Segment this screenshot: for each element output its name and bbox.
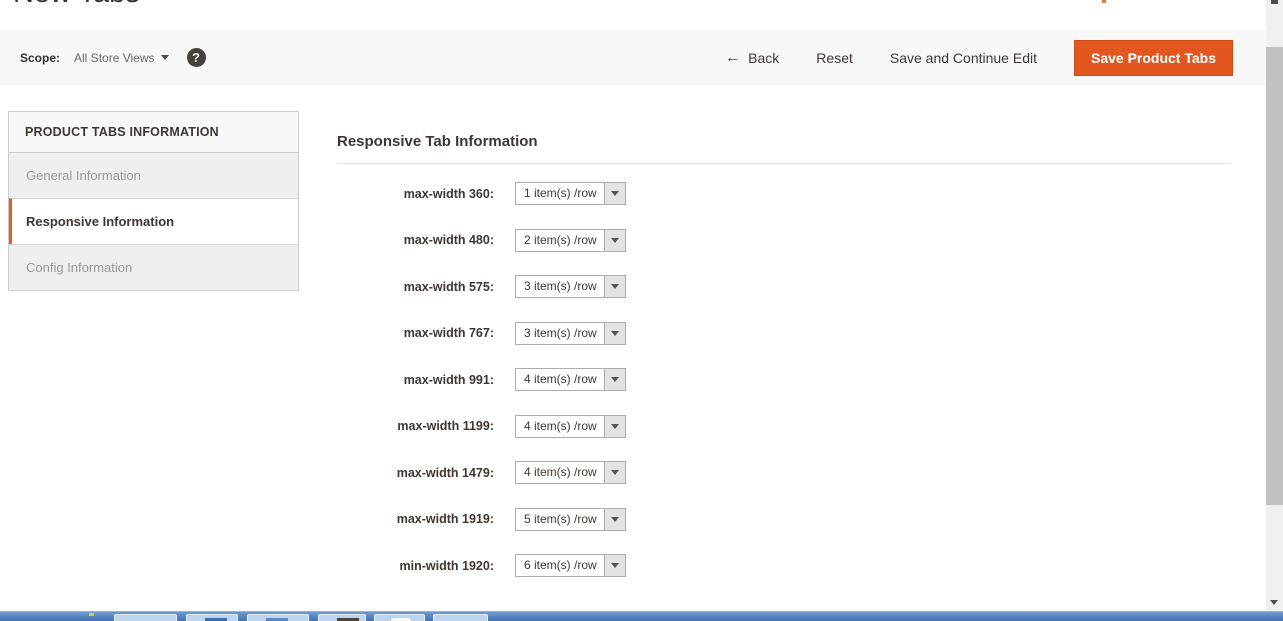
taskbar-window-button[interactable]: [114, 614, 177, 621]
scroll-down-icon[interactable]: [1270, 600, 1278, 605]
product-tabs-nav: PRODUCT TABS INFORMATION General Informa…: [8, 111, 299, 291]
chevron-down-icon[interactable]: [604, 230, 625, 251]
sidebar-item-label: General Information: [26, 168, 141, 183]
save-product-tabs-button[interactable]: Save Product Tabs: [1074, 40, 1233, 76]
items-per-row-select[interactable]: 5 item(s) /row: [515, 508, 626, 531]
items-per-row-select[interactable]: 4 item(s) /row: [515, 461, 626, 484]
form-field-row: max-width 1479: 4 item(s) /row: [337, 461, 1231, 484]
form-field-row: max-width 1199: 4 item(s) /row: [337, 415, 1231, 438]
taskbar-window-button[interactable]: [247, 614, 309, 621]
page-actions-toolbar: Scope: All Store Views ? ← Back Reset Sa…: [0, 30, 1266, 85]
form-field-row: max-width 575: 3 item(s) /row: [337, 275, 1231, 298]
scrollbar-thumb[interactable]: [1266, 47, 1283, 505]
action-buttons: ← Back Reset Save and Continue Edit Save…: [725, 40, 1233, 76]
items-per-row-select[interactable]: 1 item(s) /row: [515, 182, 626, 205]
scroll-up-icon[interactable]: [1271, 0, 1278, 4]
sidebar-item-config-information[interactable]: Config Information: [9, 244, 298, 290]
help-icon[interactable]: ?: [187, 48, 206, 67]
section-title: Responsive Tab Information: [337, 133, 1231, 164]
sidebar-item-general-information[interactable]: General Information: [9, 153, 298, 198]
field-label: min-width 1920:: [337, 559, 494, 573]
chevron-down-icon[interactable]: [604, 509, 625, 530]
field-label: max-width 480:: [337, 233, 494, 247]
sidebar-header: PRODUCT TABS INFORMATION: [9, 112, 298, 153]
field-label: max-width 991:: [337, 373, 494, 387]
back-button[interactable]: ← Back: [725, 50, 779, 66]
chevron-down-icon[interactable]: [604, 416, 625, 437]
form-field-row: max-width 1919: 5 item(s) /row: [337, 508, 1231, 531]
taskbar-window-button[interactable]: [433, 614, 488, 621]
items-per-row-select[interactable]: 6 item(s) /row: [515, 554, 626, 577]
items-per-row-select[interactable]: 2 item(s) /row: [515, 229, 626, 252]
form-field-row: min-width 1920: 6 item(s) /row: [337, 554, 1231, 577]
form-content: Responsive Tab Information max-width 360…: [337, 133, 1231, 601]
save-and-continue-button[interactable]: Save and Continue Edit: [890, 50, 1037, 66]
items-per-row-select[interactable]: 4 item(s) /row: [515, 415, 626, 438]
field-label: max-width 360:: [337, 187, 494, 201]
chevron-down-icon[interactable]: [604, 555, 625, 576]
sidebar-item-responsive-information[interactable]: Responsive Information: [9, 198, 298, 244]
form-field-row: max-width 767: 3 item(s) /row: [337, 322, 1231, 345]
form-field-row: max-width 360: 1 item(s) /row: [337, 182, 1231, 205]
taskbar-window-button[interactable]: [374, 614, 425, 621]
form-field-row: max-width 480: 2 item(s) /row: [337, 229, 1231, 252]
scope-label: Scope:: [20, 51, 60, 65]
chevron-down-icon[interactable]: [604, 323, 625, 344]
cropped-top-artifact: [1102, 0, 1106, 3]
vertical-scrollbar[interactable]: [1266, 0, 1283, 612]
field-label: max-width 575:: [337, 280, 494, 294]
field-label: max-width 1919:: [337, 512, 494, 526]
items-per-row-select[interactable]: 4 item(s) /row: [515, 368, 626, 391]
form-field-row: max-width 991: 4 item(s) /row: [337, 368, 1231, 391]
back-button-label: Back: [748, 50, 779, 66]
taskbar-window-button[interactable]: [186, 614, 238, 621]
scope-switcher-dropdown[interactable]: All Store Views: [74, 51, 168, 65]
sidebar-item-label: Responsive Information: [26, 214, 174, 229]
os-taskbar: [0, 611, 1283, 621]
taskbar-window-button[interactable]: [318, 614, 366, 621]
sidebar-item-label: Config Information: [26, 260, 132, 275]
reset-button[interactable]: Reset: [816, 50, 853, 66]
chevron-down-icon: [161, 55, 169, 60]
chevron-down-icon[interactable]: [604, 276, 625, 297]
taskbar-start-fragment: [89, 613, 94, 616]
back-arrow-icon: ←: [725, 50, 740, 65]
sidebar-item-list: General Information Responsive Informatio…: [9, 153, 298, 290]
chevron-down-icon[interactable]: [604, 183, 625, 204]
field-label: max-width 1479:: [337, 466, 494, 480]
items-per-row-select[interactable]: 3 item(s) /row: [515, 275, 626, 298]
chevron-down-icon[interactable]: [604, 369, 625, 390]
chevron-down-icon[interactable]: [604, 462, 625, 483]
scope-value: All Store Views: [74, 51, 154, 65]
field-label: max-width 1199:: [337, 419, 494, 433]
scope-group: Scope: All Store Views ?: [20, 48, 206, 67]
items-per-row-select[interactable]: 3 item(s) /row: [515, 322, 626, 345]
responsive-fields: max-width 360: 1 item(s) /row max-width 48…: [337, 182, 1231, 577]
field-label: max-width 767:: [337, 326, 494, 340]
page-title: New Tabs: [13, 0, 140, 10]
